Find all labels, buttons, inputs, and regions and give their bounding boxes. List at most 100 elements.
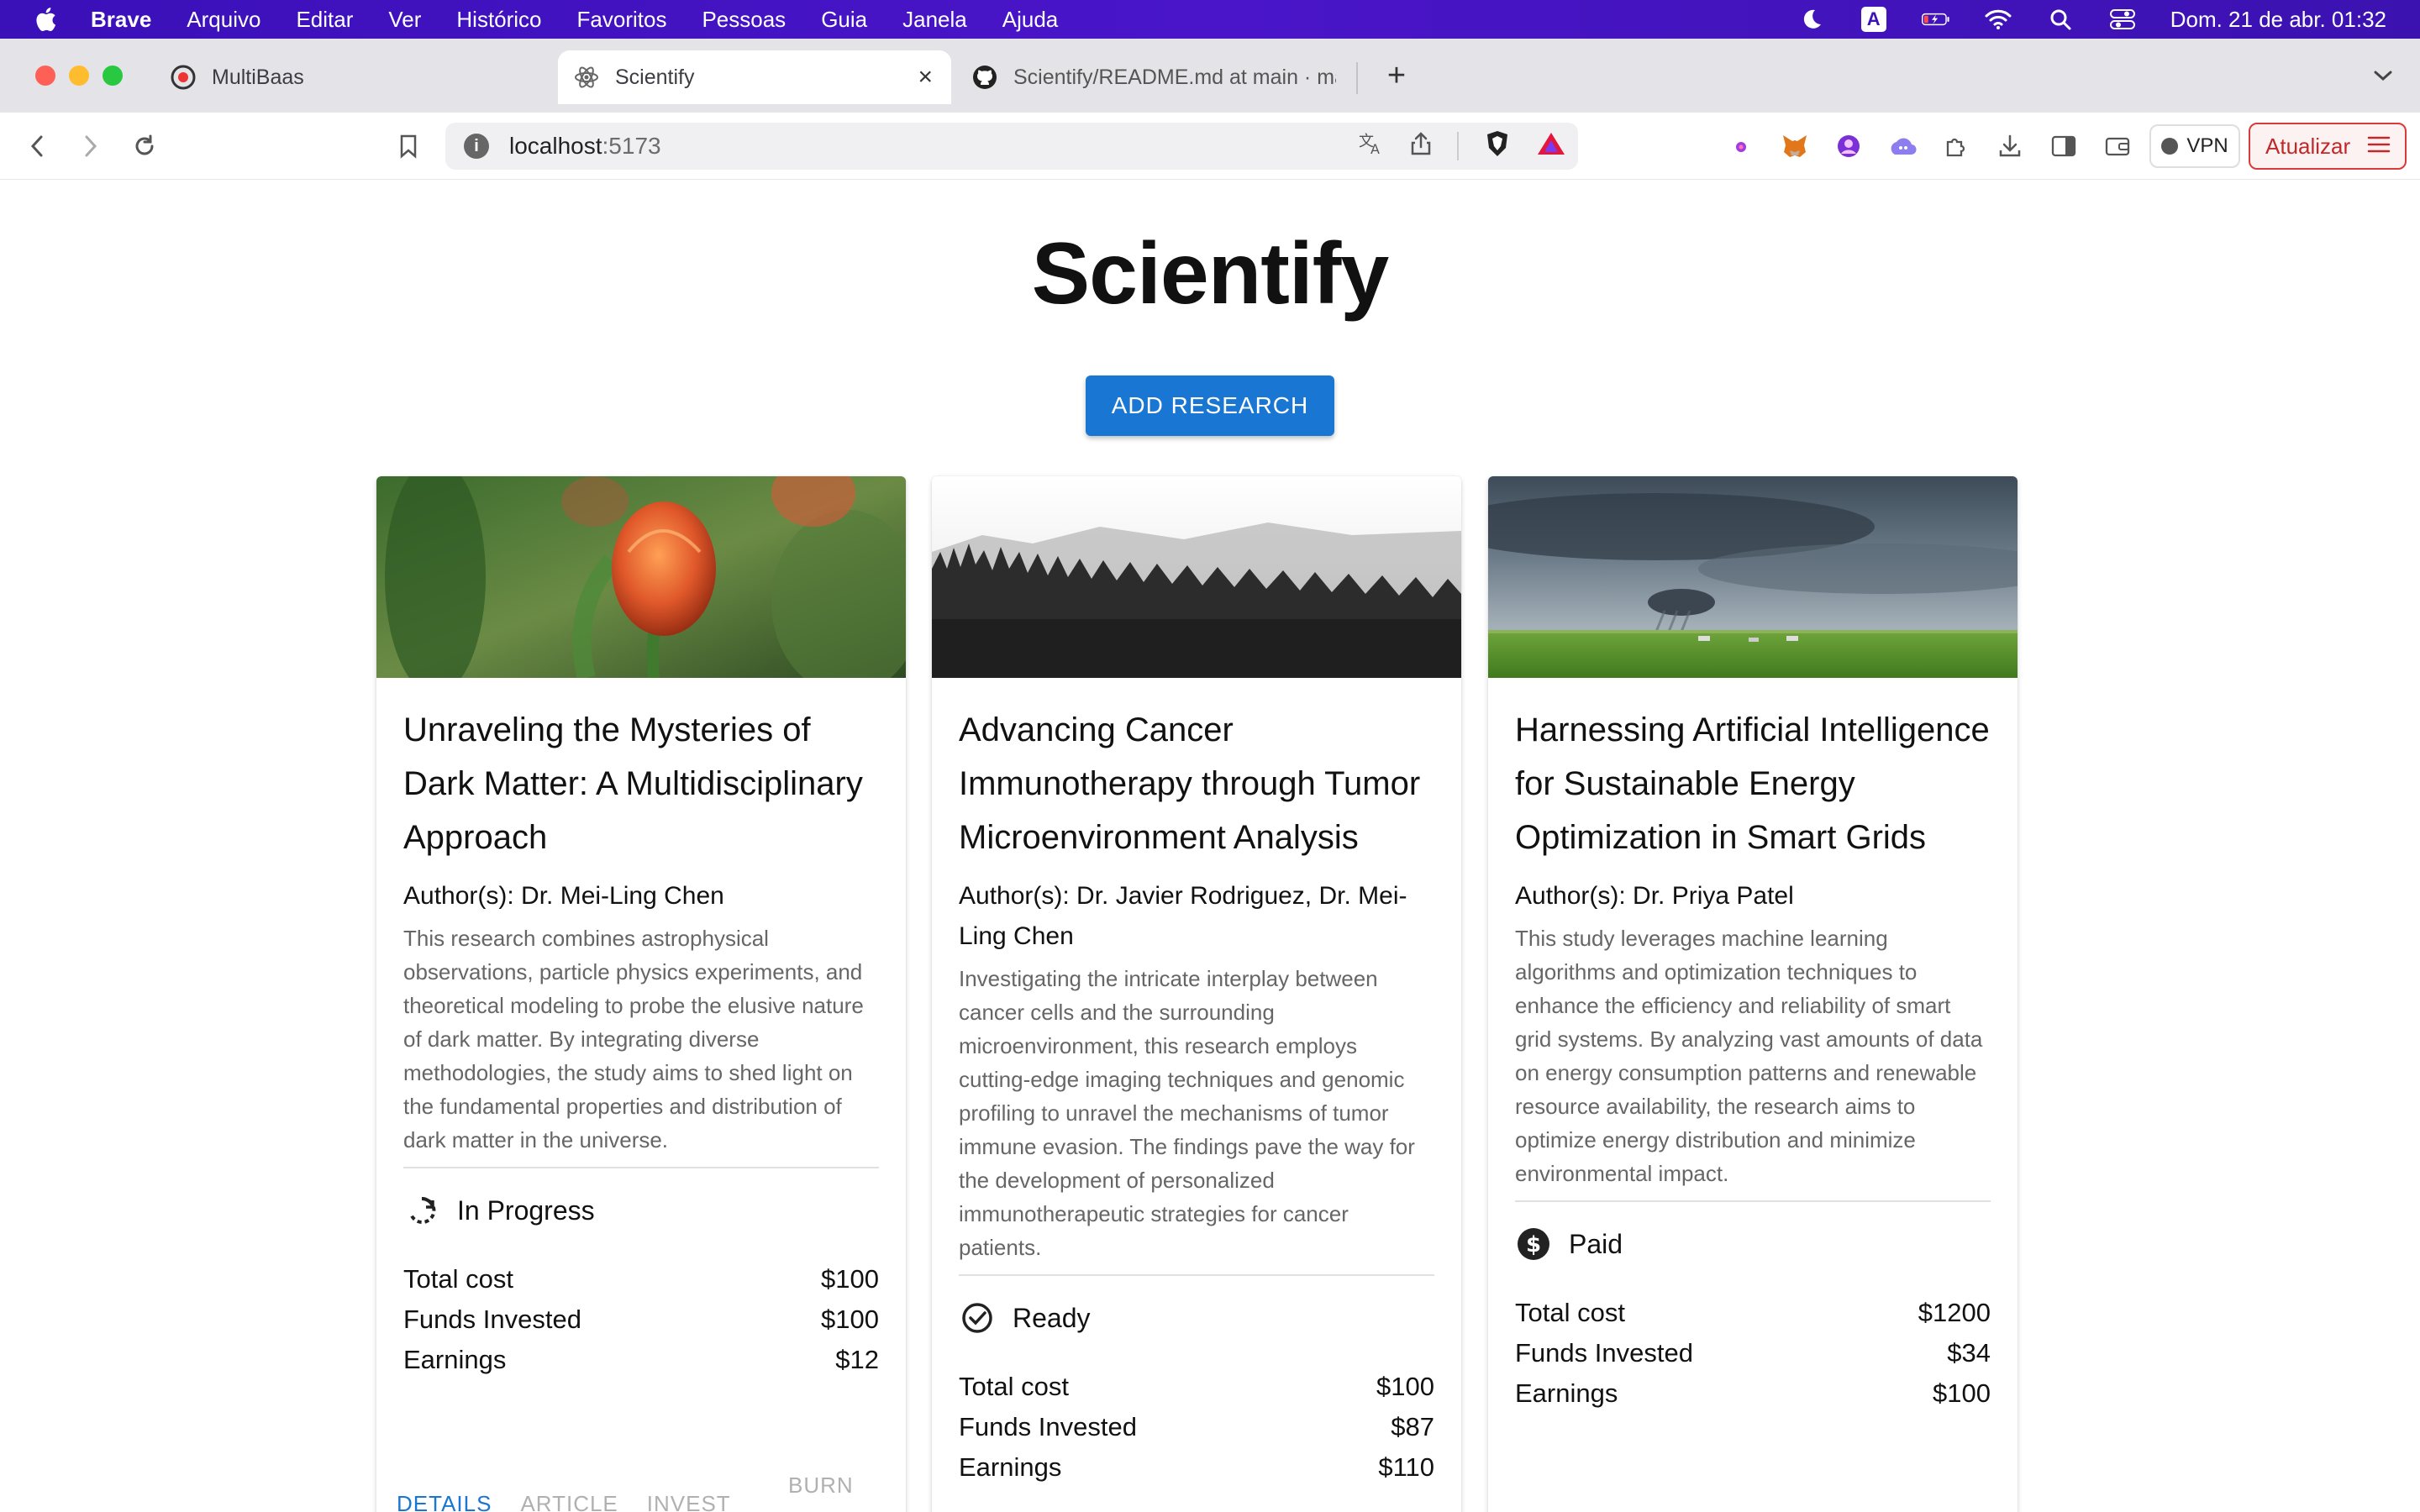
window-close-button[interactable]	[35, 66, 55, 86]
control-center-icon[interactable]	[2108, 7, 2137, 32]
browser-tab-strip: MultiBaas Scientify × Scientify/README.m…	[0, 39, 2420, 113]
stat-label: Funds Invested	[1515, 1338, 1693, 1368]
tab-close-icon[interactable]: ×	[918, 63, 933, 92]
card-actions: DETAILS ARTICLE INVEST	[397, 1491, 760, 1512]
wallet-icon[interactable]	[2102, 131, 2133, 161]
spotlight-search-icon[interactable]	[2046, 7, 2075, 32]
share-icon[interactable]	[1410, 131, 1432, 162]
details-tab[interactable]: DETAILS	[397, 1491, 492, 1512]
hamburger-menu-icon	[2367, 134, 2391, 160]
sidebar-toggle-icon[interactable]	[2049, 131, 2079, 161]
input-source-icon[interactable]: A	[1860, 7, 1888, 32]
multibaas-icon	[170, 64, 197, 91]
menu-favoritos[interactable]: Favoritos	[577, 7, 667, 33]
menu-historico[interactable]: Histórico	[456, 7, 541, 33]
extension-bug-icon[interactable]	[1726, 131, 1756, 161]
stat-row-total-cost: Total cost $100	[403, 1259, 879, 1299]
translate-icon[interactable]: 文A	[1358, 131, 1385, 162]
storm-field-photo	[1488, 476, 2018, 678]
card-title: Unraveling the Mysteries of Dark Matter:…	[403, 711, 863, 856]
brave-rewards-icon[interactable]	[1536, 130, 1566, 163]
card-status: In Progress	[403, 1192, 879, 1229]
stat-row-total-cost: Total cost $1200	[1515, 1293, 1991, 1333]
wifi-icon[interactable]	[1984, 7, 2012, 32]
invest-tab[interactable]: INVEST	[647, 1491, 731, 1512]
tab-github-readme[interactable]: Scientify/README.md at main · ma	[966, 50, 1336, 104]
menu-pessoas[interactable]: Pessoas	[702, 7, 786, 33]
tab-list-chevron-down-icon[interactable]	[2368, 60, 2398, 91]
menu-arquivo[interactable]: Arquivo	[187, 7, 260, 33]
card-title: Harnessing Artificial Intelligence for S…	[1515, 711, 1990, 856]
dark-mode-moon-icon[interactable]	[1797, 7, 1826, 32]
tab-label: Scientify/README.md at main · ma	[1013, 65, 1336, 89]
vpn-status-icon	[2161, 138, 2179, 155]
research-card: Harnessing Artificial Intelligence for S…	[1488, 476, 2018, 1512]
card-divider	[1515, 1200, 1991, 1202]
card-body: Unraveling the Mysteries of Dark Matter:…	[403, 703, 879, 1380]
url-text[interactable]: localhost:5173	[509, 133, 661, 160]
vpn-button[interactable]: VPN	[2149, 124, 2240, 168]
stat-value: $34	[1947, 1338, 1991, 1368]
card-status-label: In Progress	[457, 1194, 595, 1226]
extension-avatar-icon[interactable]	[1833, 131, 1864, 161]
address-bar[interactable]: i localhost:5173 文A	[445, 123, 1578, 170]
stat-value: $100	[1376, 1372, 1434, 1401]
menu-guia[interactable]: Guia	[821, 7, 867, 33]
stat-label: Total cost	[403, 1264, 513, 1294]
bookmark-icon[interactable]	[392, 129, 425, 163]
tab-label: Scientify	[615, 65, 695, 89]
menubar-clock[interactable]: Dom. 21 de abr. 01:32	[2170, 7, 2386, 33]
github-icon	[971, 64, 998, 91]
menu-ajuda[interactable]: Ajuda	[1002, 7, 1059, 33]
stat-label: Earnings	[403, 1345, 507, 1374]
back-arrow-icon[interactable]	[20, 129, 54, 163]
reload-icon[interactable]	[128, 129, 161, 163]
card-body: Harnessing Artificial Intelligence for S…	[1515, 703, 1991, 1414]
tab-multibaas[interactable]: MultiBaas	[156, 50, 543, 104]
forest-photo	[932, 476, 1461, 678]
extensions-puzzle-icon[interactable]	[1941, 131, 1971, 161]
stat-row-earnings: Earnings $110	[959, 1447, 1434, 1488]
extension-cloud-icon[interactable]	[1887, 131, 1918, 161]
card-stats: Total cost $100 Funds Invested $100 Earnin…	[403, 1259, 879, 1380]
stat-value: $110	[1378, 1452, 1434, 1482]
burn-button[interactable]: BURN	[788, 1473, 854, 1499]
card-body: Advancing Cancer Immunotherapy through T…	[959, 703, 1434, 1488]
menu-ver[interactable]: Ver	[388, 7, 421, 33]
brave-shields-icon[interactable]	[1484, 129, 1511, 164]
research-card: Advancing Cancer Immunotherapy through T…	[932, 476, 1461, 1512]
apple-icon[interactable]	[34, 6, 57, 33]
menu-editar[interactable]: Editar	[296, 7, 353, 33]
tab-label: MultiBaas	[212, 65, 304, 89]
stat-row-funds-invested: Funds Invested $100	[403, 1299, 879, 1340]
check-circle-icon	[959, 1299, 996, 1336]
browser-toolbar: i localhost:5173 文A VPN Atualizar	[0, 113, 2420, 180]
battery-icon[interactable]	[1921, 7, 1950, 32]
stat-value: $100	[1933, 1378, 1991, 1408]
new-tab-plus-icon[interactable]: +	[1378, 57, 1415, 94]
stat-row-total-cost: Total cost $100	[959, 1367, 1434, 1407]
url-divider	[1457, 132, 1459, 160]
menu-janela[interactable]: Janela	[902, 7, 967, 33]
window-minimize-button[interactable]	[69, 66, 89, 86]
vpn-label: VPN	[2186, 134, 2228, 157]
tulip-photo	[376, 476, 906, 695]
card-status: $ Paid	[1515, 1226, 1991, 1263]
download-icon[interactable]	[1995, 131, 2025, 161]
stat-label: Total cost	[1515, 1298, 1625, 1327]
svg-text:$: $	[1526, 1232, 1541, 1257]
add-research-button[interactable]: ADD RESEARCH	[1086, 375, 1334, 436]
tab-scientify[interactable]: Scientify ×	[558, 50, 951, 104]
card-status: Ready	[959, 1299, 1434, 1336]
card-divider	[959, 1274, 1434, 1276]
metamask-fox-icon[interactable]	[1780, 131, 1810, 161]
site-info-icon[interactable]: i	[464, 134, 489, 159]
article-tab[interactable]: ARTICLE	[520, 1491, 618, 1512]
menu-app-name[interactable]: Brave	[91, 7, 151, 33]
card-authors: Author(s): Dr. Mei-Ling Chen	[403, 882, 724, 910]
update-browser-button[interactable]: Atualizar	[2249, 123, 2407, 170]
forward-arrow-icon[interactable]	[74, 129, 108, 163]
window-zoom-button[interactable]	[103, 66, 123, 86]
stat-value: $12	[835, 1345, 879, 1374]
dollar-circle-icon: $	[1515, 1226, 1552, 1263]
